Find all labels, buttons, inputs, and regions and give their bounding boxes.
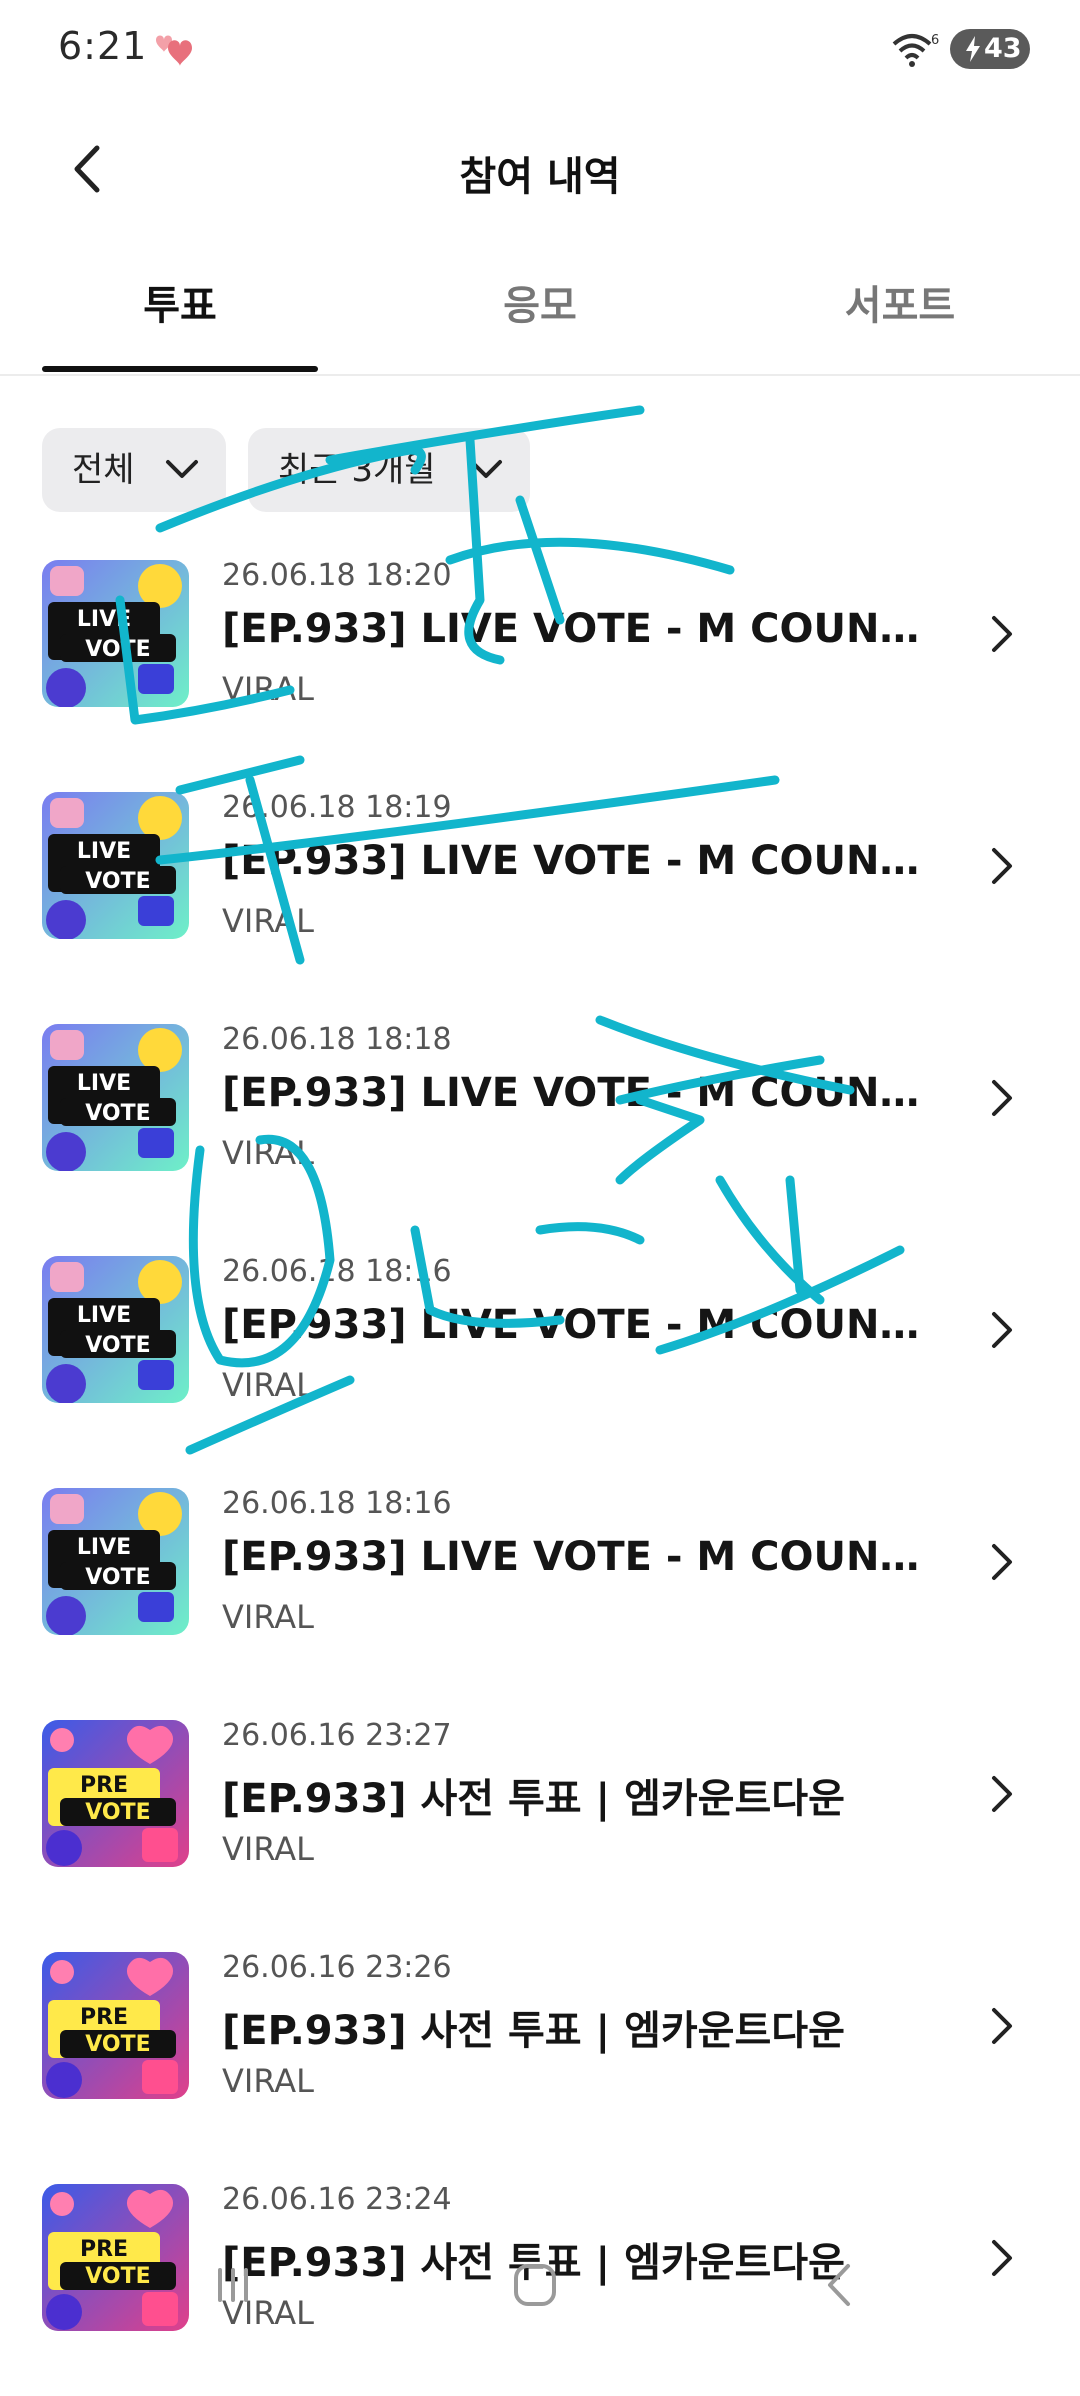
list-item[interactable]: LIVE VOTE 26.06.18 18:16 [EP.933] LIVE VOTE… xyxy=(0,1468,1080,1700)
list-item[interactable]: LIVE VOTE 26.06.18 18:16 [EP.933] LIVE VOTE… xyxy=(0,1236,1080,1468)
app-header: 참여 내역 xyxy=(0,110,1080,230)
list-item[interactable]: LIVE VOTE 26.06.18 18:20 [EP.933] LIVE VOTE… xyxy=(0,540,1080,772)
item-title: [EP.933] LIVE VOTE - M COUNTDOWN xyxy=(222,1534,942,1580)
thumbnail-text-line1: LIVE xyxy=(77,607,131,632)
item-date: 26.06.18 18:19 xyxy=(222,790,452,825)
thumbnail-text-line2: VOTE xyxy=(85,1333,150,1358)
wifi-badge: 6 xyxy=(931,33,939,48)
item-category: VIRAL xyxy=(222,670,314,708)
chevron-right-icon[interactable] xyxy=(984,612,1020,656)
tab-apply[interactable]: 응모 xyxy=(400,262,680,372)
item-category: VIRAL xyxy=(222,1830,314,1868)
chevron-right-icon[interactable] xyxy=(984,2004,1020,2048)
chevron-right-icon[interactable] xyxy=(984,1540,1020,1584)
thumbnail-text-line1: PRE xyxy=(80,2005,128,2030)
wifi-icon: 6 xyxy=(892,33,939,67)
item-title: [EP.933] 사전 투표 | 엠카운트다운 xyxy=(222,2008,845,2054)
thumbnail-text-line2: VOTE xyxy=(85,869,150,894)
recent-apps-icon[interactable] xyxy=(198,2250,268,2320)
item-title: [EP.933] LIVE VOTE - M COUNTDOWN xyxy=(222,606,942,652)
item-title: [EP.933] 사전 투표 | 엠카운트다운 xyxy=(222,1776,845,1822)
item-category: VIRAL xyxy=(222,1134,314,1172)
chevron-down-icon xyxy=(166,460,198,478)
scope-filter-label: 전체 xyxy=(72,450,135,490)
list-item[interactable]: PRE VOTE 26.06.16 23:26 [EP.933] 사전 투표 | 엠카… xyxy=(0,1932,1080,2164)
system-navigation-bar xyxy=(0,2232,1080,2340)
battery-indicator: 43 xyxy=(950,29,1030,69)
item-category: VIRAL xyxy=(222,902,314,940)
thumbnail-text-line1: LIVE xyxy=(77,1535,131,1560)
live-vote-thumbnail: LIVE VOTE xyxy=(42,1488,189,1635)
item-title: [EP.933] LIVE VOTE - M COUNTDOWN xyxy=(222,1070,942,1116)
thumbnail-text-line1: LIVE xyxy=(77,839,131,864)
live-vote-thumbnail: LIVE VOTE xyxy=(42,560,189,707)
item-title: [EP.933] LIVE VOTE - M COUNTDOWN xyxy=(222,1302,942,1348)
item-date: 26.06.16 23:26 xyxy=(222,1950,452,1985)
item-category: VIRAL xyxy=(222,1366,314,1404)
chevron-right-icon[interactable] xyxy=(984,1308,1020,1352)
list-item[interactable]: LIVE VOTE 26.06.18 18:18 [EP.933] LIVE VOTE… xyxy=(0,1004,1080,1236)
pre-vote-thumbnail: PRE VOTE xyxy=(42,1952,189,2099)
active-tab-indicator xyxy=(42,366,318,372)
list-item[interactable]: LIVE VOTE 26.06.18 18:19 [EP.933] LIVE VOTE… xyxy=(0,772,1080,1004)
live-vote-thumbnail: LIVE VOTE xyxy=(42,1256,189,1403)
tab-bar: 투표 응모 서포트 xyxy=(0,262,1080,376)
thumbnail-text-line2: VOTE xyxy=(85,1565,150,1590)
thumbnail-text-line2: VOTE xyxy=(85,637,150,662)
tab-support[interactable]: 서포트 xyxy=(760,262,1040,372)
charging-bolt-icon xyxy=(966,36,980,62)
list-item[interactable]: PRE VOTE 26.06.16 23:27 [EP.933] 사전 투표 | 엠카… xyxy=(0,1700,1080,1932)
live-vote-thumbnail: LIVE VOTE xyxy=(42,1024,189,1171)
hearts-icon xyxy=(156,35,192,66)
chevron-right-icon[interactable] xyxy=(984,844,1020,888)
home-icon[interactable] xyxy=(500,2250,570,2320)
thumbnail-text-line2: VOTE xyxy=(85,2032,150,2057)
scope-filter-dropdown[interactable]: 전체 xyxy=(42,428,226,512)
item-category: VIRAL xyxy=(222,1598,314,1636)
item-date: 26.06.18 18:16 xyxy=(222,1254,452,1289)
thumbnail-text-line2: VOTE xyxy=(85,1800,150,1825)
thumbnail-text-line1: LIVE xyxy=(77,1071,131,1096)
item-date: 26.06.18 18:18 xyxy=(222,1022,452,1057)
period-filter-label: 최근 3개월 xyxy=(278,450,436,490)
status-bar: 6:21 6 43 xyxy=(0,0,1080,100)
page-title: 참여 내역 xyxy=(459,154,621,200)
chevron-down-icon xyxy=(470,460,502,478)
thumbnail-text-line1: PRE xyxy=(80,1773,128,1798)
thumbnail-text-line2: VOTE xyxy=(85,1101,150,1126)
tab-vote[interactable]: 투표 xyxy=(40,262,320,372)
pre-vote-thumbnail: PRE VOTE xyxy=(42,1720,189,1867)
status-time: 6:21 xyxy=(58,24,148,68)
chevron-right-icon[interactable] xyxy=(984,1076,1020,1120)
battery-level: 43 xyxy=(984,33,1022,64)
chevron-right-icon[interactable] xyxy=(984,1772,1020,1816)
item-category: VIRAL xyxy=(222,2062,314,2100)
item-date: 26.06.16 23:27 xyxy=(222,1718,452,1753)
back-icon[interactable] xyxy=(806,2250,876,2320)
item-date: 26.06.16 23:24 xyxy=(222,2182,452,2217)
item-date: 26.06.18 18:20 xyxy=(222,558,452,593)
item-title: [EP.933] LIVE VOTE - M COUNTDOWN xyxy=(222,838,942,884)
period-filter-dropdown[interactable]: 최근 3개월 xyxy=(248,428,530,512)
live-vote-thumbnail: LIVE VOTE xyxy=(42,792,189,939)
thumbnail-text-line1: LIVE xyxy=(77,1303,131,1328)
item-date: 26.06.18 18:16 xyxy=(222,1486,452,1521)
